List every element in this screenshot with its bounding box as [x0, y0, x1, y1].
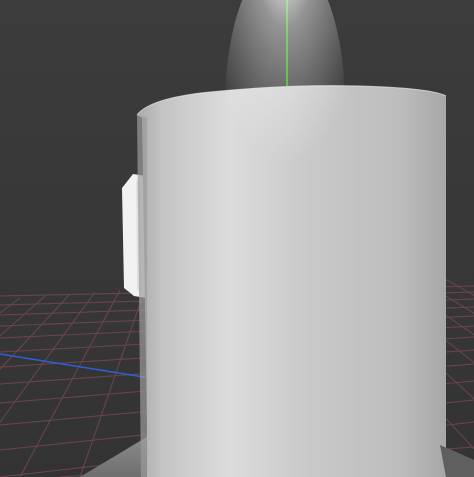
scene-canvas[interactable]	[0, 0, 474, 477]
3d-viewport[interactable]	[0, 0, 474, 477]
